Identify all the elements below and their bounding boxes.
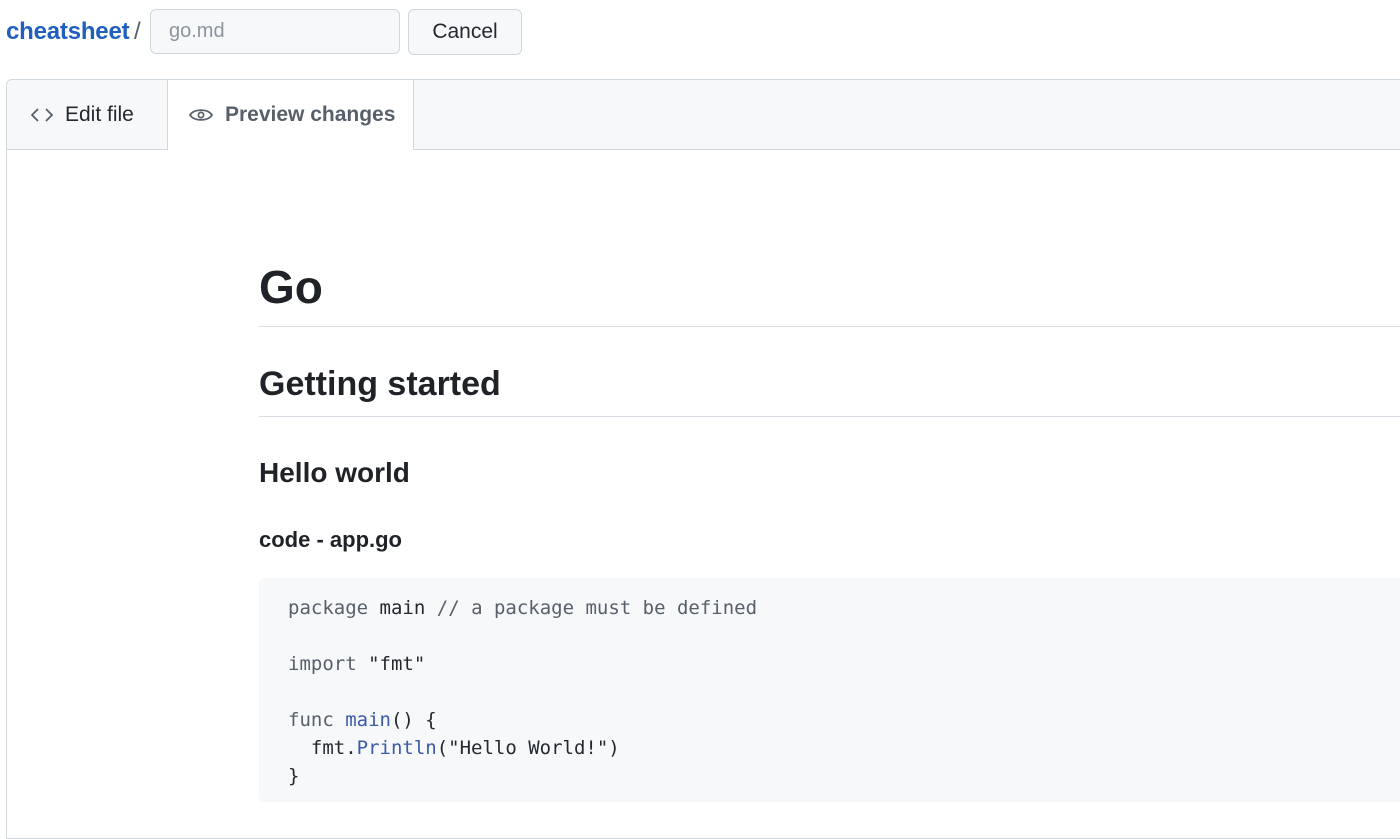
tab-edit-file[interactable]: Edit file	[7, 80, 167, 149]
code-punctuation: () {	[390, 709, 437, 731]
code-line: import "fmt"	[288, 650, 1380, 678]
code-identifier: fmt.	[288, 737, 357, 759]
code-line: package main // a package must be define…	[288, 594, 1380, 622]
code-block: package main // a package must be define…	[259, 578, 1400, 802]
editor-tabbar: Edit file Preview changes	[7, 80, 1400, 150]
code-keyword: package	[288, 597, 369, 619]
code-punctuation: }	[288, 765, 300, 787]
cancel-button[interactable]: Cancel	[408, 9, 522, 55]
eye-icon	[189, 107, 213, 123]
code-string: ("Hello World!")	[436, 737, 620, 759]
file-path-bar: cheatsheet / Cancel	[0, 0, 1400, 66]
code-function: Println	[356, 737, 437, 759]
code-line: }	[288, 762, 1380, 790]
path-separator: /	[134, 18, 141, 45]
filename-input[interactable]	[150, 9, 400, 54]
code-keyword: import	[288, 653, 357, 675]
heading-getting-started: Getting started	[259, 365, 501, 403]
code-comment: // a package must be defined	[436, 597, 758, 619]
code-identifier: main	[379, 597, 426, 619]
heading-divider	[259, 326, 1400, 327]
heading-divider	[259, 416, 1400, 417]
repo-link[interactable]: cheatsheet	[6, 18, 130, 46]
tab-preview-changes[interactable]: Preview changes	[167, 80, 414, 150]
heading-hello-world: Hello world	[259, 457, 410, 488]
tab-edit-file-label: Edit file	[65, 102, 134, 126]
code-function: main	[345, 709, 391, 731]
file-editor: Edit file Preview changes Go Getting sta…	[6, 79, 1400, 839]
code-line: func main() {	[288, 706, 1380, 734]
heading-go: Go	[259, 261, 323, 313]
heading-code-app-go: code - app.go	[259, 527, 402, 552]
code-string: "fmt"	[368, 653, 426, 675]
code-line: fmt.Println("Hello World!")	[288, 734, 1380, 762]
code-keyword: func	[288, 709, 334, 731]
code-icon	[31, 107, 53, 123]
tab-preview-changes-label: Preview changes	[225, 103, 396, 126]
